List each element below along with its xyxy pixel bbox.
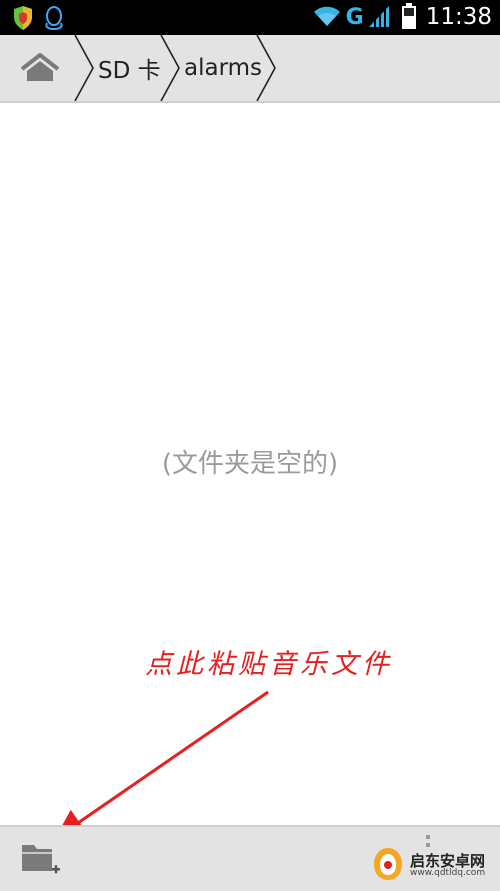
watermark-title: 启东安卓网 bbox=[410, 851, 486, 870]
home-icon bbox=[0, 53, 80, 105]
breadcrumb-separator bbox=[74, 35, 94, 101]
qq-penguin-icon bbox=[44, 5, 64, 35]
breadcrumb-separator bbox=[256, 35, 276, 101]
breadcrumb-item-sd-card[interactable]: SD 卡 bbox=[98, 35, 161, 101]
breadcrumb-separator bbox=[160, 35, 180, 101]
shield-icon bbox=[12, 5, 34, 35]
signal-icon bbox=[368, 4, 390, 32]
home-button[interactable] bbox=[0, 35, 80, 101]
clock: 11:38 bbox=[425, 4, 492, 30]
annotation-text: 点此粘贴音乐文件 bbox=[145, 649, 393, 680]
status-indicators: G 11:38 bbox=[312, 0, 492, 35]
empty-folder-message: (文件夹是空的) bbox=[161, 449, 339, 479]
watermark-url: www.qdtldq.com bbox=[410, 868, 486, 879]
network-type-label: G bbox=[345, 5, 364, 30]
new-folder-button[interactable] bbox=[14, 835, 66, 883]
battery-icon bbox=[401, 2, 416, 33]
status-bar: G 11:38 bbox=[0, 0, 500, 35]
status-notifications bbox=[12, 5, 64, 35]
breadcrumb-item-alarms[interactable]: alarms bbox=[184, 35, 262, 101]
breadcrumb: SD 卡 alarms bbox=[0, 35, 500, 103]
watermark: 启东安卓网 www.qdtldq.com bbox=[370, 845, 496, 887]
folder-plus-icon bbox=[14, 845, 66, 887]
arrow-line bbox=[54, 690, 269, 840]
watermark-logo-icon bbox=[370, 844, 406, 888]
wifi-icon bbox=[312, 4, 342, 32]
